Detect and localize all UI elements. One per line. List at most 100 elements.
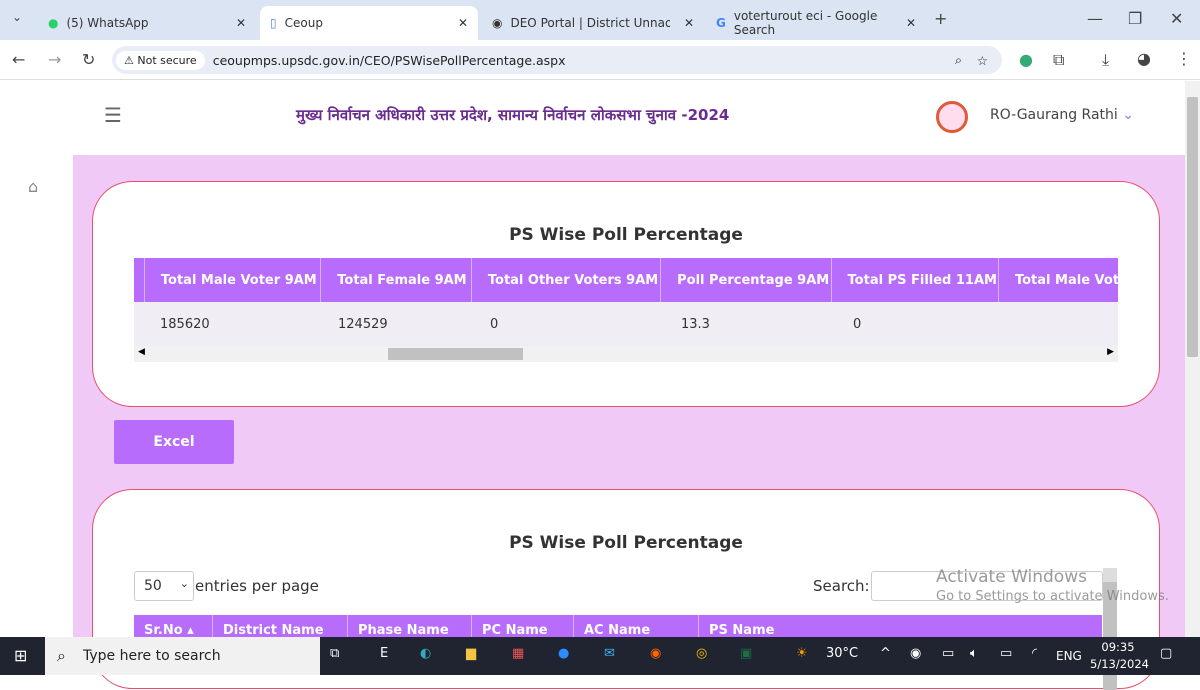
close-window-icon[interactable]: ✕	[1170, 9, 1183, 28]
menu-kebab-icon[interactable]: ⋮	[1176, 49, 1192, 68]
zoom-icon[interactable]: ⌕	[955, 52, 962, 68]
search-icon: ⌕	[57, 646, 66, 665]
tab-google-search[interactable]: Gvoterturout eci - Google Search ✕	[706, 6, 926, 40]
weather-icon[interactable]: ☀	[796, 646, 808, 661]
tab-search-icon[interactable]: ⌄	[12, 10, 22, 24]
firefox-icon[interactable]: ◉	[650, 646, 661, 661]
search-label: Search:	[813, 577, 870, 595]
tab-label: voterturout eci - Google Search	[733, 9, 878, 37]
user-menu[interactable]: RO-Gaurang Rathi ⌄	[990, 107, 1134, 123]
column-header-ac[interactable]: AC Name	[573, 615, 698, 638]
excel-export-button[interactable]: Excel	[114, 420, 234, 464]
chrome-icon[interactable]: ◎	[696, 646, 707, 661]
battery-icon[interactable]: ▭	[1000, 646, 1012, 661]
date: 5/13/2024	[1090, 657, 1149, 671]
column-header[interactable]: Total Male Voter 9AM	[143, 258, 320, 302]
close-tab-icon[interactable]: ✕	[458, 16, 468, 30]
clock[interactable]: 09:35 5/13/2024	[1090, 640, 1149, 671]
zoom-app-icon[interactable]: ●	[558, 646, 569, 661]
web-page: ☰ मुख्य निर्वाचन अधिकारी उत्तर प्रदेश, स…	[0, 81, 1185, 690]
forward-icon[interactable]: →	[48, 50, 61, 69]
windows-taskbar: ⊞ ⌕ Type here to search ⧉ E ◐ ▆ ▦ ● ✉ ◉ ◎…	[0, 637, 1200, 675]
weather-temp[interactable]: 30°C	[826, 646, 858, 661]
excel-app-icon[interactable]: ▣	[740, 646, 752, 661]
column-header-sr-no[interactable]: Sr.No ▴	[134, 615, 212, 638]
column-header-ps[interactable]: PS Name	[698, 615, 998, 638]
download-icon[interactable]: ⤓	[1102, 50, 1109, 70]
tab-label: (5) WhatsApp	[66, 16, 149, 30]
taskbar-search[interactable]: ⌕ Type here to search	[45, 637, 320, 675]
detail-title: PS Wise Poll Percentage	[509, 533, 743, 553]
column-header[interactable]: Total Other Voters 9AM	[470, 258, 660, 302]
url-text[interactable]: ceoupmps.upsdc.gov.in/CEO/PSWisePollPerc…	[213, 53, 566, 68]
scroll-left-icon[interactable]: ◀	[138, 347, 145, 357]
tab-ceoup[interactable]: ▯ Ceoup ✕	[260, 6, 478, 40]
search-input[interactable]	[871, 571, 1103, 601]
edge-icon[interactable]: ◐	[420, 646, 431, 661]
app-e-icon[interactable]: E	[380, 646, 388, 661]
address-bar-row: ← → ↻ ⚠ Not secure ceoupmps.upsdc.gov.in…	[0, 40, 1200, 80]
hamburger-menu-icon[interactable]: ☰	[104, 103, 122, 127]
column-header[interactable]: Total Female 9AM	[320, 258, 471, 302]
table-cell: 13.3	[681, 316, 710, 332]
minimize-icon[interactable]: —	[1087, 9, 1103, 28]
restore-icon[interactable]: ❐	[1128, 9, 1142, 28]
tab-label: DEO Portal | District Unnao, Gov	[510, 16, 671, 30]
chevron-down-icon: ⌄	[179, 577, 189, 590]
meet-icon[interactable]: ▭	[942, 646, 954, 661]
tab-label: Ceoup	[284, 16, 323, 30]
task-view-icon[interactable]: ⧉	[330, 646, 339, 661]
profile-avatar[interactable]: ◕	[1137, 49, 1151, 68]
record-icon[interactable]: ◉	[910, 646, 921, 661]
scroll-right-icon[interactable]: ▶	[1107, 347, 1114, 357]
column-header-district[interactable]: District Name	[212, 615, 347, 638]
column-header-pc[interactable]: PC Name	[471, 615, 573, 638]
scrollbar-thumb[interactable]	[1187, 97, 1198, 357]
wifi-icon[interactable]: ◜	[1032, 646, 1037, 661]
warning-icon: ⚠	[124, 53, 138, 67]
summary-card: PS Wise Poll Percentage Total Male Voter…	[92, 181, 1160, 407]
browser-tab-bar: ⌄ ● (5) WhatsApp ✕ ▯ Ceoup ✕ ◉ DEO Portal | D…	[0, 0, 1200, 40]
back-icon[interactable]: ←	[12, 50, 25, 69]
close-tab-icon[interactable]: ✕	[906, 16, 916, 30]
page-title: मुख्य निर्वाचन अधिकारी उत्तर प्रदेश, साम…	[296, 106, 730, 124]
language-indicator[interactable]: ENG	[1056, 649, 1082, 663]
home-icon[interactable]: ⌂	[28, 177, 38, 196]
tab-deo-portal[interactable]: ◉ DEO Portal | District Unnao, Gov ✕	[482, 6, 704, 40]
page-scrollbar[interactable]	[1185, 81, 1200, 637]
entries-label: entries per page	[195, 577, 319, 595]
address-bar[interactable]: ⚠ Not secure ceoupmps.upsdc.gov.in/CEO/P…	[112, 46, 1002, 74]
show-hidden-icons[interactable]: ^	[880, 646, 891, 661]
extension-icon[interactable]: ●	[1019, 50, 1033, 69]
scrollbar-thumb[interactable]	[388, 348, 523, 360]
tab-whatsapp[interactable]: ● (5) WhatsApp ✕	[38, 6, 256, 40]
table-cell: 124529	[338, 316, 388, 332]
whatsapp-icon: ●	[48, 16, 59, 30]
horizontal-scrollbar[interactable]: ◀ ▶	[134, 346, 1118, 362]
store-icon[interactable]: ▦	[512, 646, 524, 661]
table-row: 185620 124529 0 13.3 0	[134, 302, 1118, 346]
security-indicator[interactable]: ⚠ Not secure	[116, 50, 205, 70]
extensions-puzzle-icon[interactable]: ⧉	[1053, 50, 1064, 70]
page-icon: ▯	[270, 16, 277, 30]
table-cell: 0	[490, 316, 499, 332]
new-tab-icon[interactable]: +	[934, 9, 947, 28]
column-header[interactable]: Total PS Filled 11AM	[830, 258, 998, 302]
reload-icon[interactable]: ↻	[82, 50, 95, 69]
column-header[interactable]: Poll Percentage 9AM	[660, 258, 830, 302]
page-size-select[interactable]: 50 ⌄	[134, 571, 194, 601]
volume-icon[interactable]: 🔈︎	[970, 646, 978, 661]
summary-table-header: Total Male Voter 9AM Total Female 9AM To…	[134, 258, 1118, 302]
column-header-phase[interactable]: Phase Name	[347, 615, 471, 638]
sidebar: ⌂	[0, 155, 73, 637]
close-tab-icon[interactable]: ✕	[684, 16, 694, 30]
bookmark-star-icon[interactable]: ☆	[977, 53, 988, 68]
mail-icon[interactable]: ✉	[604, 646, 615, 661]
windows-start-icon[interactable]: ⊞	[14, 646, 27, 665]
column-header[interactable]: Total Male Vot	[997, 258, 1118, 302]
google-icon: G	[716, 16, 726, 30]
notifications-icon[interactable]: ▢	[1160, 646, 1172, 661]
file-explorer-icon[interactable]: ▆	[466, 646, 476, 661]
main-content: PS Wise Poll Percentage Total Male Voter…	[73, 155, 1185, 690]
close-tab-icon[interactable]: ✕	[236, 16, 246, 30]
